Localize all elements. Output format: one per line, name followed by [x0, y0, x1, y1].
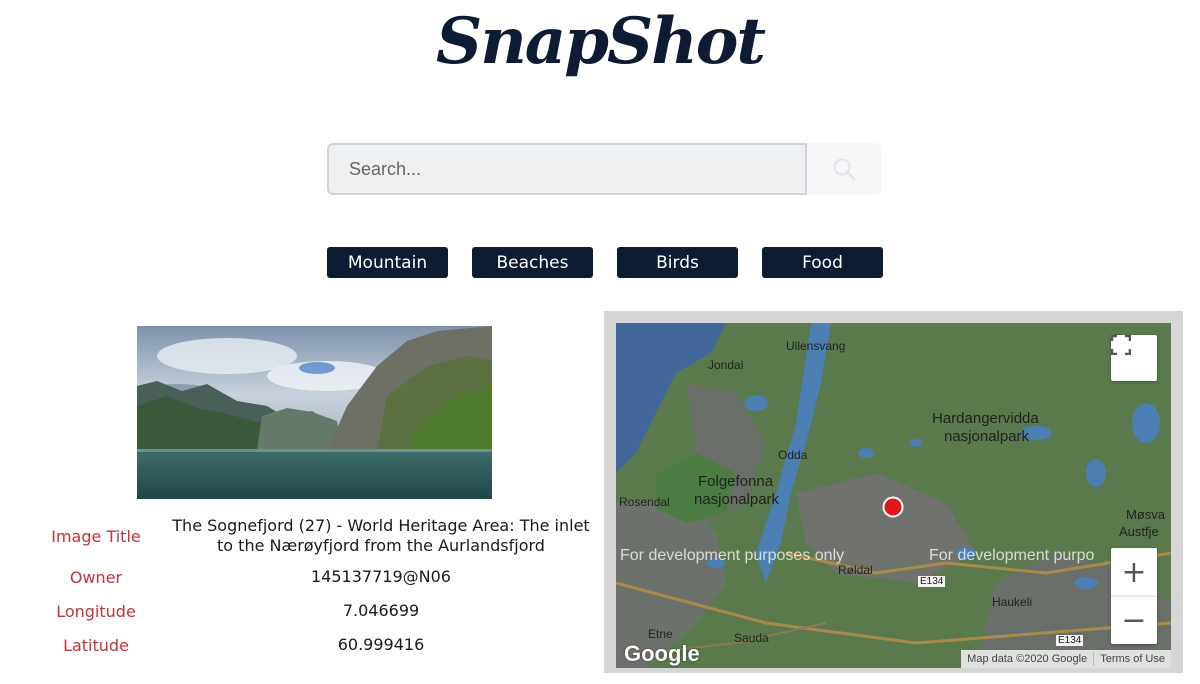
- fullscreen-icon: [1111, 335, 1131, 355]
- zoom-out-button[interactable]: −: [1111, 596, 1157, 644]
- detail-row-title: Image Title The Sognefjord (27) - World …: [40, 516, 600, 556]
- result-photo[interactable]: [137, 326, 492, 499]
- owner-label: Owner: [69, 567, 123, 587]
- latitude-value: 60.999416: [337, 635, 425, 654]
- map-attribution: Map data ©2020 Google Terms of Use: [961, 650, 1171, 668]
- longitude-value: 7.046699: [342, 601, 420, 620]
- image-title-label: Image Title: [51, 526, 141, 546]
- detail-row-longitude: Longitude 7.046699: [40, 594, 600, 628]
- app-logo: SnapShot: [436, 4, 766, 79]
- map-label-sauda: Sauda: [734, 631, 769, 645]
- map-label-odda: Odda: [778, 448, 808, 462]
- map-label-hardangervidda: Hardangervidda: [932, 410, 1039, 427]
- map-label-ullensvang: Ullensvang: [786, 339, 846, 353]
- zoom-in-button[interactable]: +: [1111, 548, 1157, 596]
- map-label-mosvatn: Møsva: [1126, 507, 1165, 522]
- map-label-rosendal: Rosendal: [619, 495, 670, 509]
- map-label-haukeli: Haukeli: [992, 595, 1033, 609]
- owner-value: 145137719@N06: [311, 567, 451, 586]
- search-input[interactable]: [327, 143, 807, 195]
- terms-of-use-link[interactable]: Terms of Use: [1094, 653, 1171, 665]
- longitude-label: Longitude: [56, 601, 136, 621]
- latitude-label: Latitude: [63, 635, 129, 655]
- map-label-folgefonna-park: nasjonalpark: [694, 491, 780, 508]
- google-logo: Google: [624, 641, 700, 666]
- map-view[interactable]: Ullensvang Jondal Hardangervidda nasjona…: [616, 323, 1171, 668]
- dev-watermark-right: For development purpo: [929, 547, 1095, 564]
- map-label-etne: Etne: [648, 627, 673, 641]
- map-container: Ullensvang Jondal Hardangervidda nasjona…: [604, 311, 1183, 673]
- location-marker[interactable]: [882, 496, 904, 518]
- fjord-photo-image: [137, 326, 492, 499]
- search-icon: [833, 158, 856, 181]
- image-title-value: The Sognefjord (27) - World Heritage Are…: [172, 516, 590, 555]
- map-label-hardangervidda-park: nasjonalpark: [944, 428, 1030, 445]
- category-birds-button[interactable]: Birds: [617, 247, 738, 278]
- photo-details: Image Title The Sognefjord (27) - World …: [40, 516, 600, 662]
- search-button[interactable]: [807, 143, 881, 195]
- fullscreen-button[interactable]: [1111, 335, 1157, 381]
- map-data-attribution: Map data ©2020 Google: [967, 653, 1088, 665]
- detail-row-latitude: Latitude 60.999416: [40, 628, 600, 662]
- category-beaches-button[interactable]: Beaches: [472, 247, 593, 278]
- search-bar: [327, 143, 881, 195]
- map-road-e134-east: E134: [1056, 635, 1084, 646]
- category-food-button[interactable]: Food: [762, 247, 883, 278]
- map-label-jondal: Jondal: [708, 358, 744, 372]
- map-label-roldal: Røldal: [838, 563, 873, 577]
- detail-row-owner: Owner 145137719@N06: [40, 560, 600, 594]
- map-label-folgefonna: Folgefonna: [698, 473, 774, 490]
- category-buttons: Mountain Beaches Birds Food: [327, 247, 883, 278]
- map-road-e134: E134: [918, 576, 946, 587]
- category-mountain-button[interactable]: Mountain: [327, 247, 448, 278]
- map-label-austfjell: Austfje: [1119, 524, 1159, 539]
- dev-watermark-left: For development purposes only: [620, 547, 845, 564]
